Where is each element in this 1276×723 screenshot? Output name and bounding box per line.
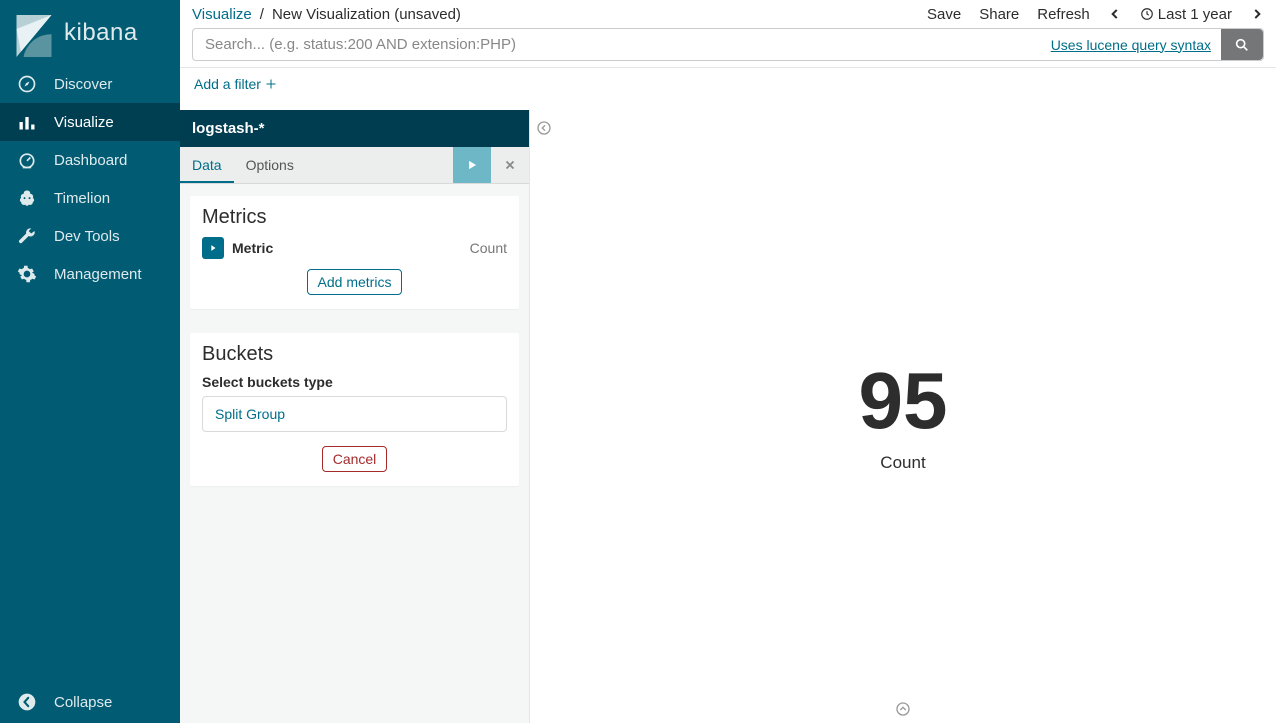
sidebar-item-label: Visualize (54, 114, 114, 131)
share-button[interactable]: Share (979, 6, 1019, 23)
gear-icon (16, 263, 38, 285)
sidebar-item-label: Management (54, 266, 142, 283)
timepicker-label: Last 1 year (1158, 6, 1232, 23)
add-metrics-button[interactable]: Add metrics (307, 269, 403, 295)
dashboard-icon (16, 149, 38, 171)
split-group-option[interactable]: Split Group (202, 396, 507, 432)
breadcrumb-separator: / (260, 6, 264, 23)
close-icon (503, 158, 517, 172)
editor-tabs: Data Options (180, 147, 529, 184)
search-icon (1234, 37, 1250, 53)
sidebar-item-label: Dev Tools (54, 228, 120, 245)
cancel-button[interactable]: Cancel (322, 446, 388, 472)
sidebar-item-timelion[interactable]: Timelion (0, 179, 180, 217)
compass-icon (16, 73, 38, 95)
add-filter-button[interactable]: Add a filter (194, 76, 277, 92)
sidebar-item-discover[interactable]: Discover (0, 65, 180, 103)
sidebar-collapse-button[interactable]: Collapse (0, 681, 180, 723)
breadcrumb: Visualize / New Visualization (unsaved) (192, 6, 461, 23)
refresh-button[interactable]: Refresh (1037, 6, 1090, 23)
metric-value: Count (470, 240, 507, 256)
add-metrics-wrap: Add metrics (202, 269, 507, 295)
clock-icon (1140, 7, 1154, 21)
metric-row[interactable]: Metric Count (202, 237, 507, 259)
sidebar-item-dev-tools[interactable]: Dev Tools (0, 217, 180, 255)
topbar: Visualize / New Visualization (unsaved) … (180, 0, 1276, 28)
search-submit-button[interactable] (1221, 29, 1263, 60)
sidebar-item-label: Discover (54, 76, 112, 93)
sidebar-item-label: Timelion (54, 190, 110, 207)
metric-number: 95 (859, 361, 948, 441)
spy-panel-toggle[interactable] (895, 701, 911, 717)
timepicker-prev-button[interactable] (1108, 7, 1122, 21)
metrics-section: Metrics Metric Count Add metrics (190, 196, 519, 309)
buckets-section: Buckets Select buckets type Split Group … (190, 333, 519, 486)
caret-right-icon (208, 243, 218, 253)
sidebar: kibana Discover Visualize Dashboard Time… (0, 0, 180, 723)
sidebar-item-visualize[interactable]: Visualize (0, 103, 180, 141)
chevron-up-circle-icon (895, 701, 911, 717)
metrics-heading: Metrics (202, 206, 507, 229)
save-button[interactable]: Save (927, 6, 961, 23)
visualization-area: 95 Count (530, 110, 1276, 723)
add-filter-label: Add a filter (194, 76, 261, 92)
play-icon (465, 158, 479, 172)
wrench-icon (16, 225, 38, 247)
workspace: logstash-* Data Options Metrics (180, 110, 1276, 723)
brand-name: kibana (64, 19, 138, 47)
metric-label-text: Count (859, 453, 948, 473)
timepicker-next-button[interactable] (1250, 7, 1264, 21)
main: Visualize / New Visualization (unsaved) … (180, 0, 1276, 723)
editor-panel: logstash-* Data Options Metrics (180, 110, 530, 723)
metric-toggle-button[interactable] (202, 237, 224, 259)
top-actions: Save Share Refresh Last 1 year (927, 6, 1264, 23)
collapse-label: Collapse (54, 694, 112, 711)
index-pattern-bar[interactable]: logstash-* (180, 110, 529, 147)
brand: kibana (0, 0, 180, 65)
apply-changes-button[interactable] (453, 147, 491, 183)
metric-label: Metric (232, 240, 470, 256)
editor-collapse-handle[interactable] (536, 120, 552, 136)
timepicker-button[interactable]: Last 1 year (1140, 6, 1232, 23)
cancel-wrap: Cancel (202, 446, 507, 472)
breadcrumb-root[interactable]: Visualize (192, 6, 252, 23)
search-bar: Uses lucene query syntax (192, 28, 1264, 61)
plus-icon (265, 78, 277, 90)
search-input[interactable] (193, 29, 1041, 60)
filter-bar: Add a filter (180, 68, 1276, 110)
metric-visualization: 95 Count (859, 361, 948, 473)
select-buckets-label: Select buckets type (202, 374, 507, 390)
bar-chart-icon (16, 111, 38, 133)
sidebar-item-management[interactable]: Management (0, 255, 180, 293)
buckets-heading: Buckets (202, 343, 507, 366)
tab-data[interactable]: Data (180, 147, 234, 183)
sidebar-nav: Discover Visualize Dashboard Timelion De… (0, 65, 180, 681)
lucene-hint-link[interactable]: Uses lucene query syntax (1041, 29, 1221, 60)
chevron-left-circle-icon (536, 120, 552, 136)
breadcrumb-current: New Visualization (unsaved) (272, 6, 461, 23)
sidebar-item-label: Dashboard (54, 152, 127, 169)
tab-options[interactable]: Options (234, 147, 306, 183)
timelion-icon (16, 187, 38, 209)
sidebar-item-dashboard[interactable]: Dashboard (0, 141, 180, 179)
discard-changes-button[interactable] (491, 147, 529, 183)
kibana-logo-icon (16, 15, 52, 51)
tab-spacer (306, 147, 451, 183)
chevron-left-circle-icon (16, 691, 38, 713)
